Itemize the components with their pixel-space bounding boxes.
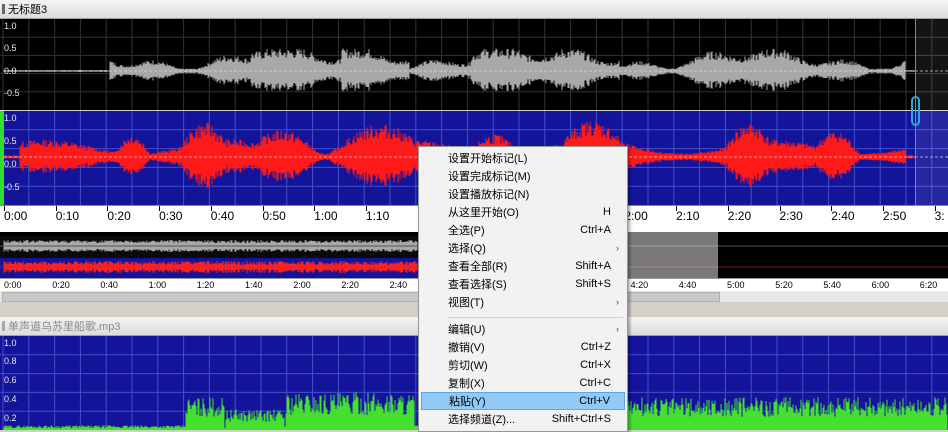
amp-label: 0.4 [4, 394, 17, 404]
ruler-label: 0:30 [159, 209, 183, 223]
ruler-label: 1:10 [365, 209, 390, 223]
menu-item-shortcut: Shift+S [575, 278, 611, 290]
menu-item-view-selection[interactable]: 查看选择(S) Shift+S [421, 275, 625, 293]
menu-item-label: 视图(T) [448, 297, 485, 309]
menu-item-label: 复制(X) [448, 378, 485, 390]
menu-item-view[interactable]: 视图(T) › [421, 293, 625, 311]
menu-separator [447, 317, 623, 318]
overview-ruler-label: 0:40 [100, 280, 118, 290]
start-marker[interactable] [0, 111, 4, 205]
overview-ruler-label: 2:00 [293, 280, 311, 290]
ruler-label: 2:50 [882, 209, 907, 223]
overview-ruler-label: 2:20 [341, 280, 359, 290]
overview-ruler-label: 4:20 [630, 280, 649, 290]
amp-label: 0.6 [4, 375, 17, 385]
menu-item-shortcut: H [603, 206, 611, 218]
amp-label: 1.0 [4, 21, 17, 31]
menu-item-label: 编辑(U) [448, 324, 486, 336]
overview-ruler-label: 5:40 [823, 280, 841, 290]
ruler-label: 0:10 [55, 209, 80, 223]
amp-label: 1.0 [4, 338, 17, 348]
menu-item-label: 撤销(V) [448, 342, 485, 354]
ruler-label: 0:20 [107, 209, 131, 223]
amp-label: 0.2 [4, 413, 17, 423]
menu-item-view-all[interactable]: 查看全部(R) Shift+A [421, 257, 625, 275]
overview-ruler-label: 6:20 [919, 280, 938, 290]
overview-ruler-label: 5:20 [775, 280, 793, 290]
window2-title: 单声道乌苏里船歌.mp3 [8, 321, 121, 333]
menu-item-shortcut: Ctrl+A [580, 224, 611, 236]
window-title: 无标题3 [8, 4, 48, 16]
overview-ruler-label: 4:40 [678, 280, 697, 290]
amp-label: 0.0 [4, 66, 17, 76]
ruler-label: 1:00 [314, 209, 338, 223]
menu-item-label: 设置开始标记(L) [448, 153, 528, 165]
menu-item-label: 全选(P) [448, 225, 485, 237]
ruler-label: 2:30 [779, 209, 803, 223]
end-marker-handle[interactable] [911, 96, 920, 126]
document-icon [2, 4, 5, 14]
menu-item-label: 剪切(W) [448, 360, 488, 372]
menu-item-shortcut: Ctrl+C [579, 377, 611, 389]
overview-ruler-label: 1:00 [148, 280, 167, 290]
amp-label: -0.5 [4, 88, 20, 98]
document-icon [2, 321, 5, 331]
ruler-label: 2:10 [676, 209, 700, 223]
overview-ruler-label: 2:40 [389, 280, 408, 290]
menu-item-copy[interactable]: 复制(X) Ctrl+C [421, 374, 625, 392]
ruler-label: 0:40 [210, 209, 235, 223]
ruler-label: 2:20 [727, 209, 752, 223]
amp-label: 1.0 [4, 113, 17, 123]
channel-left-waveform[interactable]: 1.0 0.5 0.0 -0.5 [0, 19, 948, 110]
menu-item-label: 查看选择(S) [448, 279, 507, 291]
menu-item-select-channel[interactable]: 选择频道(Z)... Shift+Ctrl+S [421, 410, 625, 428]
menu-item-select-all[interactable]: 全选(P) Ctrl+A [421, 221, 625, 239]
ruler-label: 3: [934, 209, 945, 223]
menu-item-shortcut: Ctrl+X [580, 359, 611, 371]
window-title-bar[interactable]: 无标题3 [0, 0, 948, 19]
submenu-arrow-icon: › [616, 243, 619, 253]
menu-item-label: 设置完成标记(M) [448, 171, 531, 183]
amp-label: -0.5 [4, 182, 20, 192]
menu-item-undo[interactable]: 撤销(V) Ctrl+Z [421, 338, 625, 356]
menu-item-label: 选择频道(Z)... [448, 414, 516, 426]
overview-ruler-label: 5:00 [727, 280, 745, 290]
menu-item-edit[interactable]: 编辑(U) › [421, 320, 625, 338]
overview-ruler-label: 0:00 [4, 280, 22, 290]
menu-item-label: 查看全部(R) [448, 261, 508, 273]
overview-ruler-label: 1:40 [245, 280, 263, 290]
menu-item-select[interactable]: 选择(Q) › [421, 239, 625, 257]
channel-left-wave [3, 48, 948, 92]
menu-item-label: 选择(Q) [448, 243, 486, 255]
menu-item-shortcut: Shift+Ctrl+S [551, 413, 611, 425]
overview-ruler-label: 1:20 [196, 280, 215, 290]
menu-item-paste[interactable]: 粘贴(Y) Ctrl+V [421, 392, 625, 410]
menu-item-start-here[interactable]: 从这里开始(O) H [421, 203, 625, 221]
amp-label: 0.5 [4, 43, 17, 53]
end-region [916, 19, 948, 205]
ruler-label: 0:00 [4, 209, 28, 223]
menu-item-shortcut: Shift+A [575, 260, 611, 272]
amp-label: 0.5 [4, 136, 17, 146]
ruler-label: 2:40 [831, 209, 855, 223]
menu-item-label: 从这里开始(O) [448, 207, 519, 219]
overview-ruler-label: 6:00 [871, 280, 890, 290]
menu-item-set-start-mark[interactable]: 设置开始标记(L) [421, 149, 625, 167]
amp-label: 0.0 [4, 159, 17, 169]
menu-item-shortcut: Ctrl+Z [580, 341, 611, 353]
overview-visible-window[interactable] [626, 232, 718, 278]
menu-item-label: 粘贴(Y) [449, 396, 486, 408]
menu-item-shortcut: Ctrl+V [579, 395, 610, 407]
amp-label: 0.8 [4, 356, 17, 366]
menu-item-label: 设置播放标记(N) [448, 189, 530, 201]
menu-item-set-play-mark[interactable]: 设置播放标记(N) [421, 185, 625, 203]
overview-ruler-label: 0:20 [52, 280, 70, 290]
context-menu: 设置开始标记(L) 设置完成标记(M) 设置播放标记(N) 从这里开始(O) H… [418, 146, 628, 432]
submenu-arrow-icon: › [616, 297, 619, 307]
submenu-arrow-icon: › [616, 324, 619, 334]
menu-item-cut[interactable]: 剪切(W) Ctrl+X [421, 356, 625, 374]
ruler-label: 0:50 [262, 209, 286, 223]
menu-item-set-end-mark[interactable]: 设置完成标记(M) [421, 167, 625, 185]
